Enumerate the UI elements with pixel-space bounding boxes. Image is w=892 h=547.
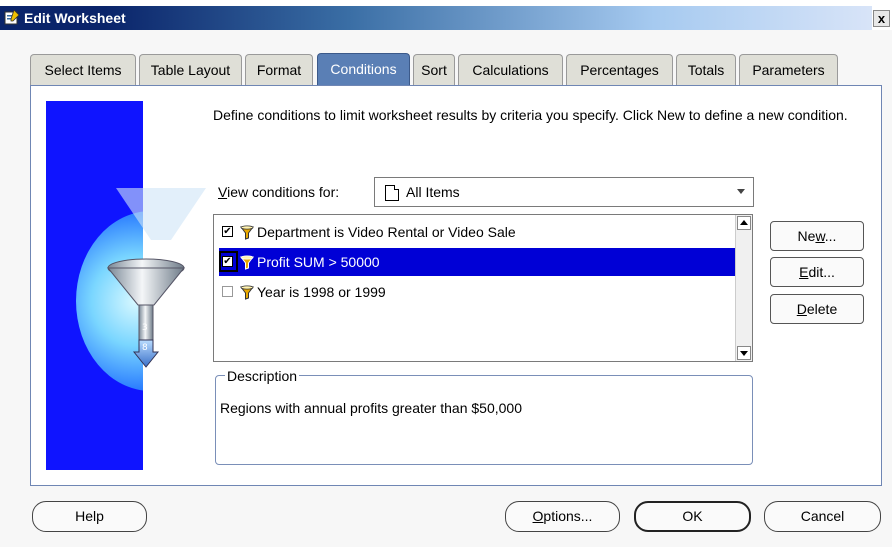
tab-parameters[interactable]: Parameters [739, 54, 838, 86]
app-icon [4, 9, 20, 25]
tab-select-items[interactable]: Select Items [30, 54, 136, 86]
close-button[interactable]: x [873, 10, 890, 27]
condition-item[interactable]: Year is 1998 or 1999 [219, 278, 737, 306]
funnel-icon [240, 225, 254, 240]
condition-item[interactable]: ✔ Department is Video Rental or Video Sa… [219, 218, 737, 246]
tab-percentages[interactable]: Percentages [566, 54, 673, 86]
description-group [215, 375, 753, 465]
options-button[interactable]: Options... [505, 501, 620, 532]
conditions-scrollbar[interactable] [735, 215, 752, 361]
help-button[interactable]: Help [32, 501, 147, 532]
view-conditions-dropdown[interactable]: All Items [374, 177, 754, 207]
tab-table-layout[interactable]: Table Layout [139, 54, 242, 86]
condition-label: Department is Video Rental or Video Sale [257, 224, 516, 240]
view-label-rest: iew conditions for: [227, 184, 340, 200]
ok-button[interactable]: OK [634, 501, 751, 532]
delete-button[interactable]: Delete [770, 294, 864, 324]
conditions-list[interactable]: ✔ Department is Video Rental or Video Sa… [213, 214, 753, 362]
svg-text:3: 3 [142, 323, 148, 333]
tab-conditions[interactable]: Conditions [317, 53, 410, 86]
funnel-icon [240, 255, 254, 270]
title-bar: Edit Worksheet x [0, 0, 892, 30]
edit-button[interactable]: Edit... [770, 257, 864, 287]
document-icon [385, 185, 399, 201]
chevron-down-icon[interactable] [737, 189, 745, 194]
options-label-mnemonic: O [532, 508, 544, 524]
tab-format[interactable]: Format [245, 54, 313, 86]
tab-totals[interactable]: Totals [676, 54, 736, 86]
description-legend: Description [225, 368, 300, 384]
tab-calculations[interactable]: Calculations [458, 54, 563, 86]
condition-checkbox[interactable]: ✔ [222, 226, 233, 237]
title-bar-gradient [0, 6, 872, 30]
new-button[interactable]: New... [770, 221, 864, 251]
condition-label: Profit SUM > 50000 [257, 254, 380, 270]
description-text: Regions with annual profits greater than… [220, 400, 522, 416]
condition-item-selected[interactable]: ✔ Profit SUM > 50000 [219, 248, 737, 276]
delete-label-post: elete [806, 301, 838, 317]
options-label-post: ptions... [543, 508, 593, 524]
scroll-down-arrow-icon[interactable] [737, 346, 751, 360]
view-conditions-value: All Items [406, 184, 460, 200]
view-conditions-label: View conditions for: [218, 184, 339, 200]
scroll-up-arrow-icon[interactable] [737, 216, 751, 230]
svg-text:8: 8 [142, 343, 148, 353]
condition-checkbox[interactable]: ✔ [222, 256, 233, 267]
tab-sort[interactable]: Sort [413, 54, 455, 86]
funnel-illustration-icon: 3 8 [106, 188, 206, 368]
cancel-button[interactable]: Cancel [764, 501, 881, 532]
window-title: Edit Worksheet [24, 10, 126, 26]
funnel-icon [240, 285, 254, 300]
new-label-post: ... [824, 228, 837, 244]
delete-label-mnemonic: D [796, 301, 807, 317]
view-label-mnemonic: V [218, 184, 228, 200]
new-label-pre: Ne [797, 228, 816, 244]
new-label-mnemonic: w [815, 228, 825, 244]
condition-checkbox[interactable] [222, 286, 233, 297]
edit-label-post: dit... [808, 264, 835, 280]
condition-label: Year is 1998 or 1999 [257, 284, 386, 300]
instructions-text: Define conditions to limit worksheet res… [213, 107, 848, 123]
